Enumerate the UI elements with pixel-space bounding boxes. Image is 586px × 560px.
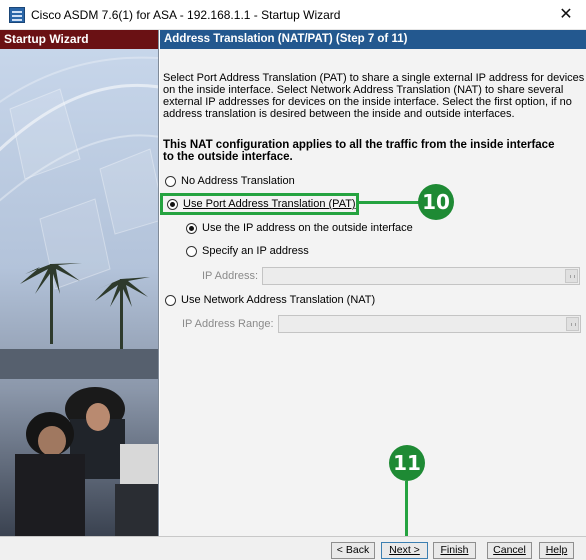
ip-address-dropdown-button[interactable] — [565, 269, 579, 283]
no-translation-radio[interactable] — [165, 175, 176, 187]
description-line: on the inside interface. Select Network … — [163, 84, 564, 96]
note-line: to the outside interface. — [163, 151, 293, 163]
finish-button-label: Finish — [440, 544, 469, 556]
pat-outside-ip-label: Use the IP address on the outside interf… — [202, 222, 413, 234]
close-button[interactable]: ✕ — [546, 0, 586, 30]
pat-highlight-box — [160, 193, 359, 215]
pat-specify-ip-radio[interactable] — [186, 245, 197, 257]
ip-address-label: IP Address: — [202, 270, 259, 282]
ip-range-row: IP Address Range: — [182, 315, 581, 333]
cancel-button-label: Cancel — [493, 544, 526, 556]
step11-badge: 11 — [389, 445, 425, 481]
wizard-panel-title: Startup Wizard — [0, 30, 158, 49]
note-line: This NAT configuration applies to all th… — [163, 139, 555, 151]
ip-address-row: IP Address: — [202, 267, 581, 285]
ip-range-combo[interactable] — [277, 315, 581, 333]
step10-badge: 10 — [418, 184, 454, 220]
step11-connector — [405, 481, 408, 537]
help-button-label: Help — [545, 544, 568, 556]
wizard-content: Select Port Address Translation (PAT) to… — [160, 49, 586, 536]
back-button-label: < Back — [336, 544, 370, 556]
description-line: Select Port Address Translation (PAT) to… — [163, 72, 585, 84]
window-title: Cisco ASDM 7.6(1) for ASA - 192.168.1.1 … — [31, 8, 341, 22]
nat-label: Use Network Address Translation (NAT) — [181, 294, 376, 306]
wizard-side-panel: Startup Wizard — [0, 30, 159, 536]
ip-range-dropdown-button[interactable] — [565, 317, 579, 331]
nat-option[interactable]: Use Network Address Translation (NAT) — [165, 294, 375, 306]
step10-connector — [359, 201, 419, 204]
no-translation-label: No Address Translation — [181, 175, 295, 187]
nat-scope-note: This NAT configuration applies to all th… — [163, 139, 583, 163]
finish-button[interactable]: Finish — [433, 542, 476, 559]
back-button[interactable]: < Back — [331, 542, 375, 559]
pat-outside-ip-radio[interactable] — [186, 222, 197, 234]
description-line: address translation is desired between t… — [163, 108, 515, 120]
wizard-button-bar: < Back Next > Finish Cancel Help — [0, 536, 586, 560]
ip-address-combo[interactable] — [262, 267, 581, 285]
pat-outside-ip-option[interactable]: Use the IP address on the outside interf… — [186, 222, 413, 234]
asdm-app-icon — [9, 7, 25, 23]
pat-specify-ip-label: Specify an IP address — [202, 245, 309, 257]
nat-radio[interactable] — [165, 294, 176, 306]
title-bar: Cisco ASDM 7.6(1) for ASA - 192.168.1.1 … — [0, 0, 586, 30]
next-button-label: Next > — [389, 544, 420, 556]
step-header: Address Translation (NAT/PAT) (Step 7 of… — [160, 30, 586, 49]
description-line: external IP addresses for devices on the… — [163, 96, 572, 108]
help-button[interactable]: Help — [539, 542, 574, 559]
description-text: Select Port Address Translation (PAT) to… — [163, 72, 585, 120]
cancel-button[interactable]: Cancel — [487, 542, 532, 559]
pat-specify-ip-option[interactable]: Specify an IP address — [186, 245, 309, 257]
wizard-decorative-image — [0, 49, 158, 536]
next-button[interactable]: Next > — [381, 542, 428, 559]
ip-range-label: IP Address Range: — [182, 318, 274, 330]
no-translation-option[interactable]: No Address Translation — [165, 175, 295, 187]
